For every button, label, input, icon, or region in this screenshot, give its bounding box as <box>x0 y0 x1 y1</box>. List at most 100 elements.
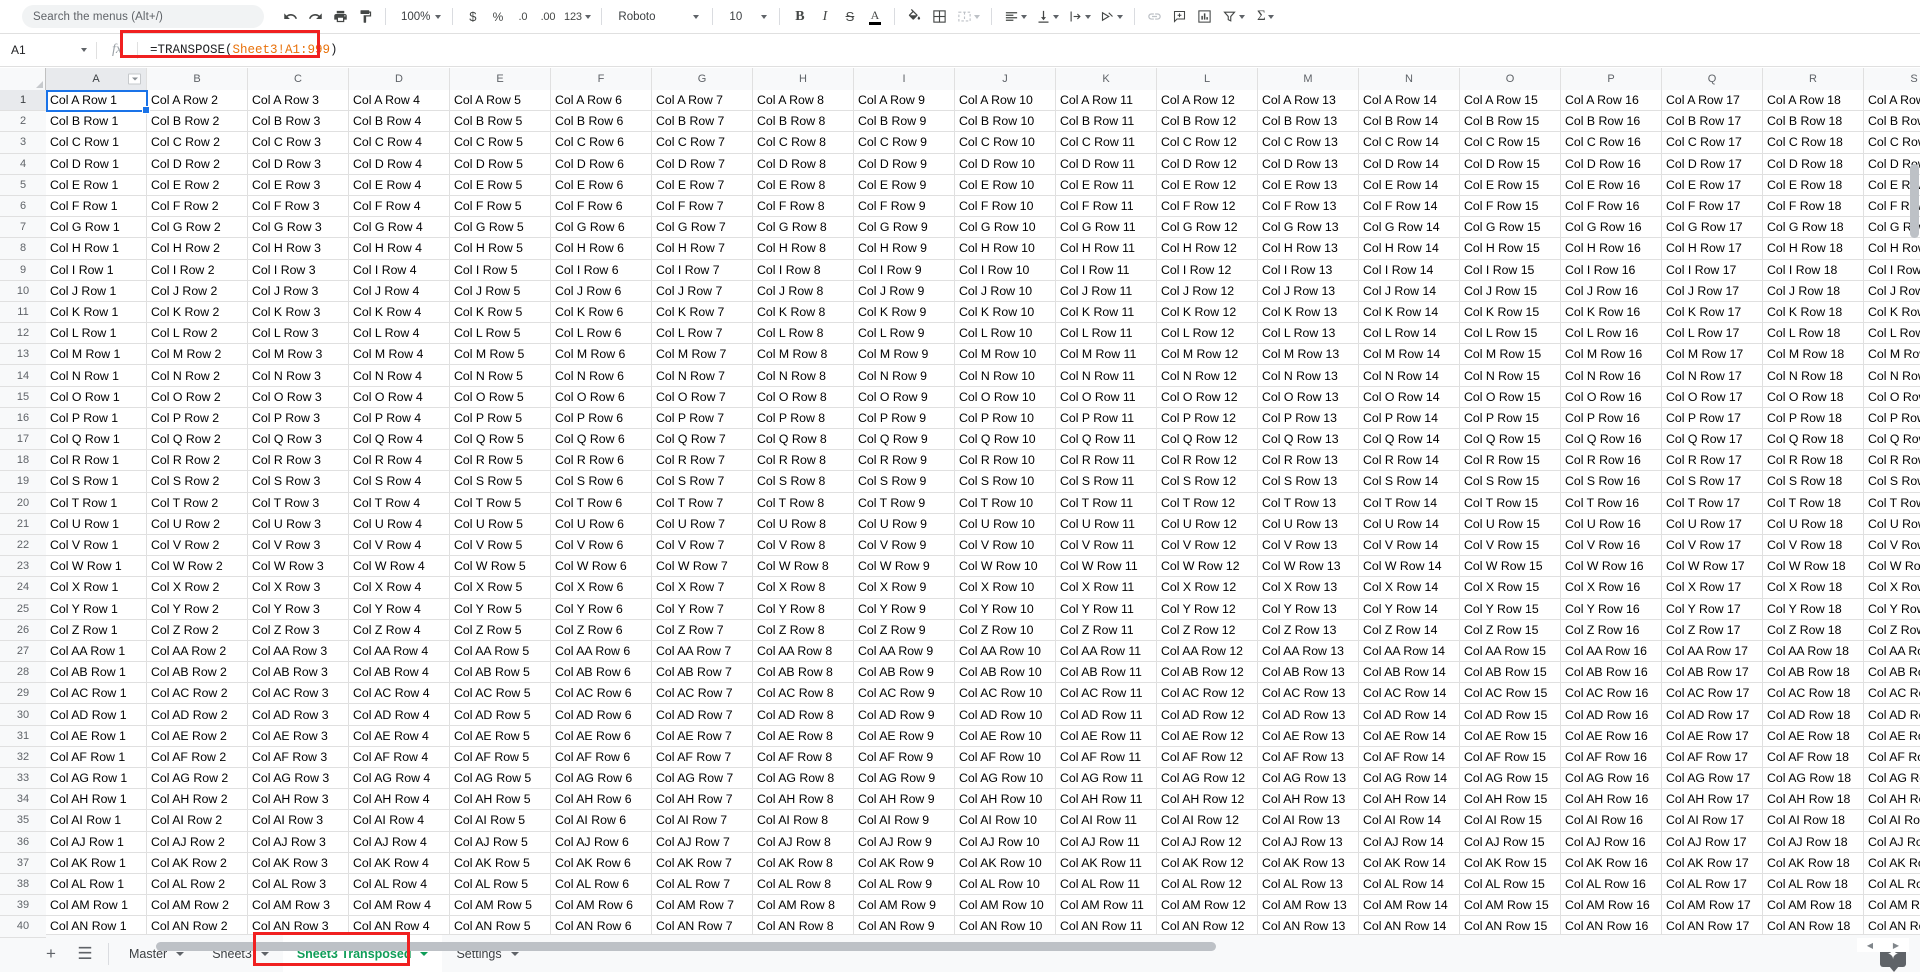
cell-E8[interactable]: Col H Row 5 <box>450 238 551 259</box>
cell-D19[interactable]: Col S Row 4 <box>349 471 450 492</box>
cell-B35[interactable]: Col AI Row 2 <box>147 810 248 831</box>
row-header-3[interactable]: 3 <box>0 132 46 153</box>
cell-L33[interactable]: Col AG Row 12 <box>1157 768 1258 789</box>
cell-R32[interactable]: Col AF Row 18 <box>1763 747 1864 768</box>
cell-C27[interactable]: Col AA Row 3 <box>248 641 349 662</box>
cell-C31[interactable]: Col AE Row 3 <box>248 726 349 747</box>
cell-D35[interactable]: Col AI Row 4 <box>349 810 450 831</box>
cell-Q2[interactable]: Col B Row 17 <box>1662 111 1763 132</box>
cell-S3[interactable]: Col C Row 19 <box>1864 132 1920 153</box>
cell-O4[interactable]: Col D Row 15 <box>1460 154 1561 175</box>
cell-E13[interactable]: Col M Row 5 <box>450 344 551 365</box>
cell-F6[interactable]: Col F Row 6 <box>551 196 652 217</box>
cell-I33[interactable]: Col AG Row 9 <box>854 768 955 789</box>
cell-L16[interactable]: Col P Row 12 <box>1157 408 1258 429</box>
cell-R22[interactable]: Col V Row 18 <box>1763 535 1864 556</box>
cell-J28[interactable]: Col AB Row 10 <box>955 662 1056 683</box>
cell-E20[interactable]: Col T Row 5 <box>450 493 551 514</box>
cell-N39[interactable]: Col AM Row 14 <box>1359 895 1460 916</box>
cell-E33[interactable]: Col AG Row 5 <box>450 768 551 789</box>
cell-K2[interactable]: Col B Row 11 <box>1056 111 1157 132</box>
cell-M20[interactable]: Col T Row 13 <box>1258 493 1359 514</box>
cell-K4[interactable]: Col D Row 11 <box>1056 154 1157 175</box>
cell-G24[interactable]: Col X Row 7 <box>652 577 753 598</box>
cell-R8[interactable]: Col H Row 18 <box>1763 238 1864 259</box>
cell-C24[interactable]: Col X Row 3 <box>248 577 349 598</box>
cell-O21[interactable]: Col U Row 15 <box>1460 514 1561 535</box>
cell-C5[interactable]: Col E Row 3 <box>248 175 349 196</box>
cell-I27[interactable]: Col AA Row 9 <box>854 641 955 662</box>
filter-icon[interactable] <box>1217 4 1249 29</box>
cell-C1[interactable]: Col A Row 3 <box>248 90 349 111</box>
cell-N1[interactable]: Col A Row 14 <box>1359 90 1460 111</box>
cell-F4[interactable]: Col D Row 6 <box>551 154 652 175</box>
cell-M18[interactable]: Col R Row 13 <box>1258 450 1359 471</box>
cell-R31[interactable]: Col AE Row 18 <box>1763 726 1864 747</box>
cell-P35[interactable]: Col AI Row 16 <box>1561 810 1662 831</box>
cell-K34[interactable]: Col AH Row 11 <box>1056 789 1157 810</box>
cell-I28[interactable]: Col AB Row 9 <box>854 662 955 683</box>
cell-B6[interactable]: Col F Row 2 <box>147 196 248 217</box>
cell-H36[interactable]: Col AJ Row 8 <box>753 832 854 853</box>
print-icon[interactable] <box>328 4 353 29</box>
cell-G15[interactable]: Col O Row 7 <box>652 387 753 408</box>
cell-A20[interactable]: Col T Row 1 <box>46 493 147 514</box>
cell-A21[interactable]: Col U Row 1 <box>46 514 147 535</box>
paint-format-icon[interactable] <box>353 4 378 29</box>
cell-R35[interactable]: Col AI Row 18 <box>1763 810 1864 831</box>
cell-G38[interactable]: Col AL Row 7 <box>652 874 753 895</box>
cell-O27[interactable]: Col AA Row 15 <box>1460 641 1561 662</box>
cell-R34[interactable]: Col AH Row 18 <box>1763 789 1864 810</box>
cell-B3[interactable]: Col C Row 2 <box>147 132 248 153</box>
cell-E1[interactable]: Col A Row 5 <box>450 90 551 111</box>
cell-F13[interactable]: Col M Row 6 <box>551 344 652 365</box>
cell-I4[interactable]: Col D Row 9 <box>854 154 955 175</box>
row-header-36[interactable]: 36 <box>0 832 46 853</box>
cell-G20[interactable]: Col T Row 7 <box>652 493 753 514</box>
cell-J16[interactable]: Col P Row 10 <box>955 408 1056 429</box>
row-header-27[interactable]: 27 <box>0 641 46 662</box>
cell-L29[interactable]: Col AC Row 12 <box>1157 683 1258 704</box>
cell-E26[interactable]: Col Z Row 5 <box>450 620 551 641</box>
cell-K8[interactable]: Col H Row 11 <box>1056 238 1157 259</box>
row-header-8[interactable]: 8 <box>0 238 46 259</box>
cell-M11[interactable]: Col K Row 13 <box>1258 302 1359 323</box>
cell-H13[interactable]: Col M Row 8 <box>753 344 854 365</box>
cell-P19[interactable]: Col S Row 16 <box>1561 471 1662 492</box>
cell-P9[interactable]: Col I Row 16 <box>1561 260 1662 281</box>
cell-N11[interactable]: Col K Row 14 <box>1359 302 1460 323</box>
cell-O10[interactable]: Col J Row 15 <box>1460 281 1561 302</box>
cell-F30[interactable]: Col AD Row 6 <box>551 704 652 725</box>
cell-R24[interactable]: Col X Row 18 <box>1763 577 1864 598</box>
cell-N7[interactable]: Col G Row 14 <box>1359 217 1460 238</box>
cell-D34[interactable]: Col AH Row 4 <box>349 789 450 810</box>
cell-K5[interactable]: Col E Row 11 <box>1056 175 1157 196</box>
row-header-15[interactable]: 15 <box>0 387 46 408</box>
cell-M13[interactable]: Col M Row 13 <box>1258 344 1359 365</box>
cell-R11[interactable]: Col K Row 18 <box>1763 302 1864 323</box>
cell-D8[interactable]: Col H Row 4 <box>349 238 450 259</box>
cell-Q24[interactable]: Col X Row 17 <box>1662 577 1763 598</box>
cell-I5[interactable]: Col E Row 9 <box>854 175 955 196</box>
cell-J22[interactable]: Col V Row 10 <box>955 535 1056 556</box>
cell-J11[interactable]: Col K Row 10 <box>955 302 1056 323</box>
cell-P27[interactable]: Col AA Row 16 <box>1561 641 1662 662</box>
row-header-22[interactable]: 22 <box>0 535 46 556</box>
cell-M7[interactable]: Col G Row 13 <box>1258 217 1359 238</box>
cell-F11[interactable]: Col K Row 6 <box>551 302 652 323</box>
cell-J18[interactable]: Col R Row 10 <box>955 450 1056 471</box>
column-header-P[interactable]: P <box>1561 68 1662 90</box>
cell-M16[interactable]: Col P Row 13 <box>1258 408 1359 429</box>
cell-E16[interactable]: Col P Row 5 <box>450 408 551 429</box>
cell-F18[interactable]: Col R Row 6 <box>551 450 652 471</box>
cell-P14[interactable]: Col N Row 16 <box>1561 365 1662 386</box>
cell-I38[interactable]: Col AL Row 9 <box>854 874 955 895</box>
cell-A37[interactable]: Col AK Row 1 <box>46 853 147 874</box>
cell-P24[interactable]: Col X Row 16 <box>1561 577 1662 598</box>
cell-M33[interactable]: Col AG Row 13 <box>1258 768 1359 789</box>
cell-I29[interactable]: Col AC Row 9 <box>854 683 955 704</box>
cell-K35[interactable]: Col AI Row 11 <box>1056 810 1157 831</box>
cell-I24[interactable]: Col X Row 9 <box>854 577 955 598</box>
currency-format-button[interactable]: $ <box>460 4 485 29</box>
cell-M3[interactable]: Col C Row 13 <box>1258 132 1359 153</box>
